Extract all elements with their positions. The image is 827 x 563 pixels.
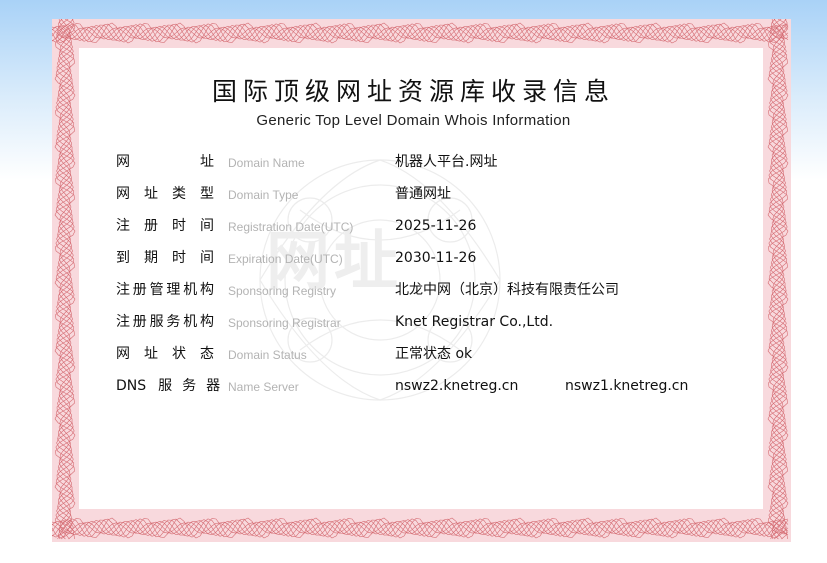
certificate-subtitle: Generic Top Level Domain Whois Informati… <box>256 112 571 129</box>
field-label-char: 务 <box>182 378 197 394</box>
field-label-char: 网 <box>116 154 130 170</box>
field-label-char: 期 <box>144 250 158 266</box>
field-label-en: Domain Status <box>228 348 307 362</box>
field-label-en: Expiration Date(UTC) <box>228 252 343 266</box>
info-row: 注册时间 Registration Date(UTC) 2025-11-26 <box>0 216 827 236</box>
field-label-char: 理 <box>166 282 181 298</box>
field-label-cn: 网址类型 <box>116 184 214 204</box>
field-label-en: Sponsoring Registry <box>228 284 337 298</box>
field-label-char: 网 <box>116 186 130 202</box>
field-label-char: 型 <box>200 186 214 202</box>
field-label-char: 册 <box>144 218 158 234</box>
field-value: 正常状态 ok <box>395 346 473 362</box>
field-label-cn: 到期时间 <box>116 248 214 268</box>
certificate-title: 国际顶级网址资源库收录信息 <box>211 77 615 106</box>
field-label-char: 类 <box>172 186 186 202</box>
field-label-char: 构 <box>199 314 214 330</box>
field-label-en: Domain Type <box>228 188 299 202</box>
field-label-char: 册 <box>132 314 147 330</box>
field-label-en: Registration Date(UTC) <box>228 220 354 234</box>
field-value: 2030-11-26 <box>395 250 477 266</box>
field-label-char: 到 <box>116 250 130 266</box>
info-row: DNS 服务器 Name Server nswz2.knetreg.cn nswz1.k… <box>0 376 827 396</box>
field-label-char: 机 <box>183 314 198 330</box>
field-label-cn: 注册服务机构 <box>116 312 214 332</box>
field-value: nswz2.knetreg.cn <box>395 378 519 394</box>
info-row: 到期时间 Expiration Date(UTC) 2030-11-26 <box>0 248 827 268</box>
field-value: Knet Registrar Co.,Ltd. <box>395 314 554 330</box>
info-row: 网址状态 Domain Status 正常状态 ok <box>0 344 827 364</box>
info-row: 网址 Domain Name 机器人平台.网址 <box>0 152 827 172</box>
field-value-secondary: nswz1.knetreg.cn <box>565 378 689 394</box>
field-label-char: 时 <box>172 250 186 266</box>
field-label-char: 器 <box>206 378 221 394</box>
field-label-char: 址 <box>144 186 158 202</box>
info-row: 注册服务机构 Sponsoring Registrar Knet Registrar… <box>0 312 827 332</box>
field-label-char: 时 <box>172 218 186 234</box>
field-label-cn: 网址状态 <box>116 344 214 364</box>
field-label-char: 间 <box>200 218 214 234</box>
field-label-char: 服 <box>149 314 164 330</box>
field-label-char: 间 <box>200 250 214 266</box>
info-row: 网址类型 Domain Type 普通网址 <box>0 184 827 204</box>
field-label-char: 注 <box>116 282 130 298</box>
field-label-char: 址 <box>200 154 214 170</box>
field-label-en: Sponsoring Registrar <box>228 316 341 330</box>
field-label-char: 网 <box>116 346 130 362</box>
field-label-cn: 注册时间 <box>116 216 214 236</box>
field-label-char: 态 <box>200 346 214 362</box>
field-value: 北龙中网（北京）科技有限责任公司 <box>395 282 619 298</box>
field-label-char: 务 <box>166 314 181 330</box>
field-label-char: DNS <box>116 378 147 394</box>
field-label-cn: DNS 服务器 <box>116 376 220 396</box>
field-label-char: 机 <box>183 282 198 298</box>
field-label-en: Domain Name <box>228 156 305 170</box>
field-label-cn: 注册管理机构 <box>116 280 214 300</box>
field-label-char: 构 <box>199 282 214 298</box>
field-label-char: 址 <box>144 346 158 362</box>
field-label-char: 册 <box>132 282 147 298</box>
field-value: 普通网址 <box>395 186 451 202</box>
field-value: 机器人平台.网址 <box>395 154 498 170</box>
field-label-char: 状 <box>172 346 186 362</box>
field-label-char: 服 <box>158 378 173 394</box>
field-value: 2025-11-26 <box>395 218 477 234</box>
field-label-cn: 网址 <box>116 152 214 172</box>
info-row: 注册管理机构 Sponsoring Registry 北龙中网（北京）科技有限责任公… <box>0 280 827 300</box>
field-label-char: 注 <box>116 218 130 234</box>
field-label-char: 管 <box>149 282 164 298</box>
field-label-char: 注 <box>116 314 130 330</box>
field-label-en: Name Server <box>228 380 299 394</box>
